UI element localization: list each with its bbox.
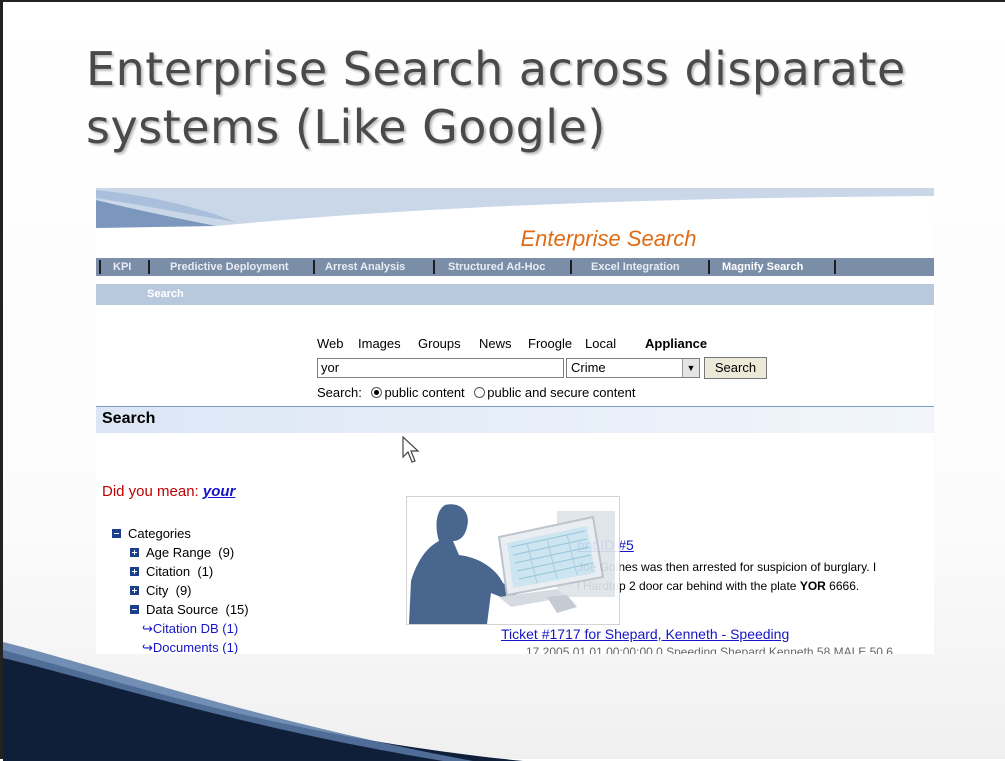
subcategory-count: (1): [222, 640, 239, 654]
app-title: Enterprise Search: [520, 226, 697, 251]
result-snippet-part: 6666.: [829, 579, 860, 593]
results-header: Search: [96, 406, 934, 433]
mouse-pointer-icon: [402, 436, 420, 463]
tab-kpi[interactable]: KPI: [113, 258, 131, 276]
slide-title-line2: systems (Like Google): [86, 100, 606, 154]
category-label: Citation: [146, 564, 191, 579]
header-swoosh-decoration: [96, 188, 934, 228]
nav-images-link[interactable]: Images: [358, 336, 401, 351]
search-button[interactable]: Search: [704, 357, 767, 379]
slide-swoosh-decoration: [3, 642, 523, 761]
category-count: (1): [197, 564, 214, 579]
tab-separator: [148, 260, 150, 274]
did-you-mean-prefix: Did you mean:: [102, 483, 199, 500]
person-computer-icon: [409, 504, 615, 624]
scope-public-label[interactable]: public content: [384, 385, 464, 400]
person-at-computer-illustration: [406, 496, 620, 625]
nav-appliance-label: Appliance: [645, 336, 708, 351]
scope-secure-label[interactable]: public and secure content: [487, 385, 635, 400]
tab-separator: [834, 260, 836, 274]
app-screenshot: Enterprise Search KPI Predictive Deploym…: [96, 188, 934, 654]
category-data-source[interactable]: Data Source (15): [112, 600, 249, 619]
tab-separator: [433, 260, 435, 274]
category-city[interactable]: City (9): [112, 581, 249, 600]
category-label: Data Source: [146, 602, 219, 617]
subcategory-citation-db[interactable]: ↪Citation DB (1): [112, 619, 249, 638]
chevron-down-icon[interactable]: ▼: [682, 359, 699, 377]
arrow-right-icon: ↪: [142, 621, 153, 636]
subcategory-label: Citation DB: [152, 621, 219, 636]
subcategory-count: (1): [222, 621, 239, 636]
expand-icon[interactable]: [130, 586, 139, 595]
scope-label: Search:: [317, 385, 362, 400]
tab-separator: [570, 260, 572, 274]
tab-separator: [708, 260, 710, 274]
tab-magnify-search[interactable]: Magnify Search: [722, 258, 803, 276]
subnav-search[interactable]: Search: [147, 284, 184, 305]
slide-title: Enterprise Search across disparate syste…: [86, 40, 966, 156]
subcategory-label: Documents: [152, 640, 219, 654]
tab-predictive-deployment[interactable]: Predictive Deployment: [170, 258, 289, 276]
category-root[interactable]: Categories: [112, 524, 249, 543]
scope-secure-radio[interactable]: [474, 387, 486, 398]
category-label: Age Range: [146, 545, 212, 560]
search-scope: Search: public content public and secure…: [317, 385, 635, 400]
tab-separator: [313, 260, 315, 274]
tab-excel-integration[interactable]: Excel Integration: [591, 258, 680, 276]
category-citation[interactable]: Citation (1): [112, 562, 249, 581]
category-count: (9): [175, 583, 192, 598]
categories-tree: Categories Age Range (9) Citation (1) Ci…: [112, 524, 249, 654]
did-you-mean: Did you mean: your: [102, 483, 235, 500]
results-header-title: Search: [102, 410, 156, 427]
nav-local-link[interactable]: Local: [585, 336, 616, 351]
main-tabbar: KPI Predictive Deployment Arrest Analysi…: [96, 258, 934, 276]
category-age-range[interactable]: Age Range (9): [112, 543, 249, 562]
result-title[interactable]: Ticket #1717 for Shepard, Kenneth - Spee…: [501, 626, 789, 642]
category-count: (15): [225, 602, 249, 617]
collapse-icon[interactable]: [112, 529, 121, 538]
category-count: (9): [218, 545, 235, 560]
nav-web-link[interactable]: Web: [317, 336, 344, 351]
result-highlight: YOR: [799, 579, 826, 593]
slide-title-line1: Enterprise Search across disparate: [86, 42, 906, 96]
nav-froogle-link[interactable]: Froogle: [528, 336, 572, 351]
nav-groups-link[interactable]: Groups: [418, 336, 461, 351]
category-root-label: Categories: [128, 526, 191, 541]
collection-select-value: Crime: [571, 360, 606, 375]
did-you-mean-link[interactable]: your: [203, 483, 236, 500]
result-snippet: Joe Goines was then arrested for suspici…: [577, 560, 877, 574]
subnav-bar: Search: [96, 284, 934, 305]
result-snippet: 17 2005 01 01 00:00:00 0 Speeding Shepar…: [526, 645, 893, 654]
search-input[interactable]: yor: [317, 358, 564, 378]
tab-structured-ad-hoc[interactable]: Structured Ad-Hoc: [448, 258, 545, 276]
nav-news-link[interactable]: News: [479, 336, 512, 351]
expand-icon[interactable]: [130, 548, 139, 557]
subcategory-documents[interactable]: ↪Documents (1): [112, 638, 249, 654]
collapse-icon[interactable]: [130, 605, 139, 614]
slide: Enterprise Search across disparate syste…: [0, 0, 1005, 761]
collection-select[interactable]: Crime ▼: [566, 358, 700, 378]
arrow-right-icon: ↪: [142, 640, 153, 654]
tab-arrest-analysis[interactable]: Arrest Analysis: [325, 258, 405, 276]
tab-separator: [99, 260, 101, 274]
expand-icon[interactable]: [130, 567, 139, 576]
category-label: City: [146, 583, 169, 598]
scope-public-radio[interactable]: [371, 387, 383, 398]
